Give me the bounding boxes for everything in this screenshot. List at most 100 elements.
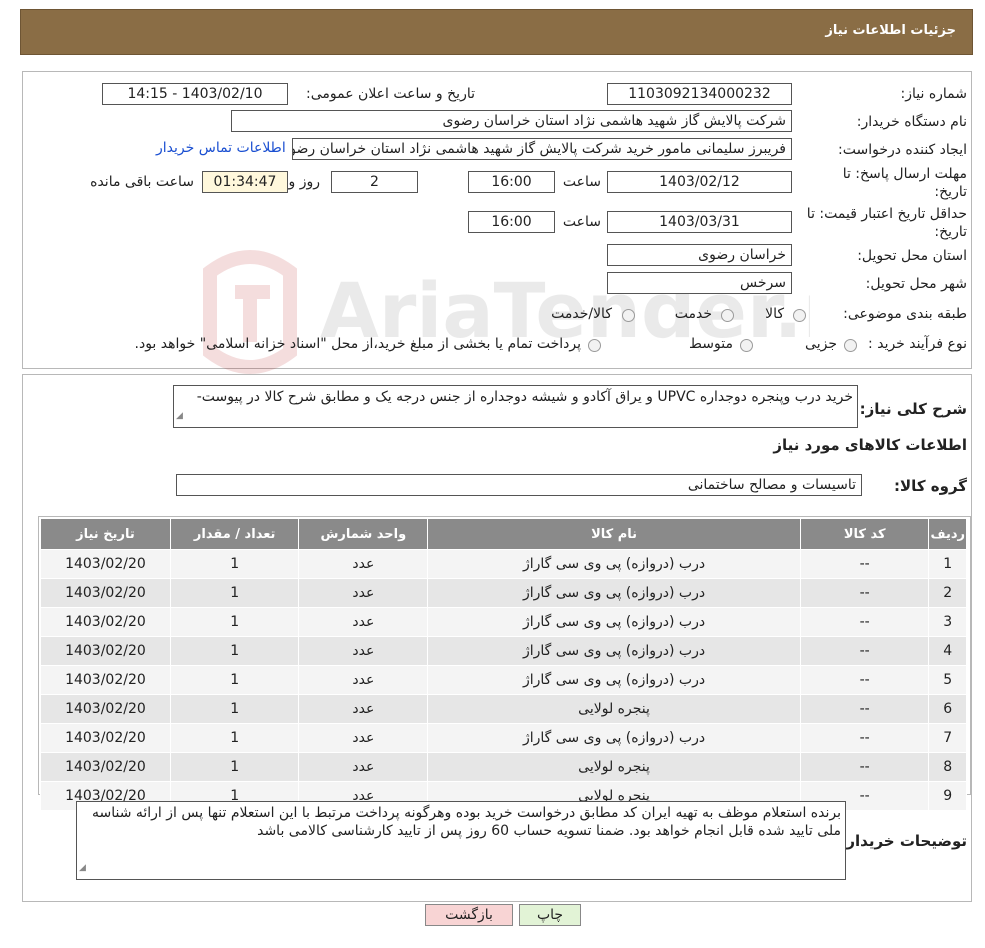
need-number-field: 1103092134000232: [607, 83, 792, 105]
resize-grip-icon[interactable]: ◢: [176, 407, 183, 425]
cell-quantity: 1: [169, 578, 300, 608]
announce-field: 1403/02/10 - 14:15: [102, 83, 288, 105]
cell-unit: عدد: [298, 723, 429, 753]
items-table: ردیف کد کالا نام کالا واحد شمارش تعداد /…: [40, 518, 967, 811]
cell-unit: عدد: [298, 752, 429, 782]
cell-quantity: 1: [169, 723, 300, 753]
table-row: 8 -- پنجره لولایی عدد 1 1403/02/20: [40, 752, 967, 782]
cell-item-code: --: [799, 578, 930, 608]
summary-text: خرید درب وپنجره دوجداره UPVC و یراق آکاد…: [196, 389, 853, 405]
print-button[interactable]: چاپ: [519, 904, 581, 926]
need-number-label: شماره نیاز:: [900, 86, 968, 102]
deadline-label: مهلت ارسال پاسخ: تا: [842, 166, 967, 182]
table-row: 6 -- پنجره لولایی عدد 1 1403/02/20: [40, 694, 967, 724]
creator-label: ایجاد کننده درخواست:: [838, 142, 967, 158]
cell-row-number: 9: [928, 781, 967, 811]
buyer-notes-textarea[interactable]: برنده استعلام موظف به تهیه ایران کد مطاب…: [76, 801, 846, 880]
deadline-time-field: 16:00: [468, 171, 555, 193]
cell-need-date: 1403/02/20: [40, 665, 171, 695]
col-header-row-number: ردیف: [928, 518, 967, 550]
remaining-time-field: 01:34:47: [202, 171, 288, 193]
back-button[interactable]: بازگشت: [425, 904, 513, 926]
cell-quantity: 1: [169, 607, 300, 637]
cell-quantity: 1: [169, 636, 300, 666]
cell-quantity: 1: [169, 665, 300, 695]
cell-need-date: 1403/02/20: [40, 752, 171, 782]
city-label: شهر محل تحویل:: [865, 276, 967, 292]
cell-item-code: --: [799, 752, 930, 782]
province-label: استان محل تحویل:: [857, 248, 967, 264]
goods-group-field: تاسیسات و مصالح ساختمانی: [176, 474, 862, 496]
col-header-item-code: کد کالا: [799, 518, 930, 550]
process-radio-medium[interactable]: [740, 339, 753, 352]
cell-item-name: پنجره لولایی: [427, 752, 801, 782]
validity-label-2: تاریخ:: [934, 224, 967, 240]
cell-row-number: 5: [928, 665, 967, 695]
cell-row-number: 4: [928, 636, 967, 666]
buyer-notes-label: توضیحات خریدار:: [840, 832, 967, 850]
announce-label: تاریخ و ساعت اعلان عمومی:: [306, 86, 475, 102]
buyer-contact-link[interactable]: اطلاعات تماس خریدار: [156, 140, 286, 156]
cell-need-date: 1403/02/20: [40, 636, 171, 666]
creator-field: فریبرز سلیمانی مامور خرید شرکت پالایش گا…: [292, 138, 792, 160]
cell-quantity: 1: [169, 694, 300, 724]
cell-unit: عدد: [298, 549, 429, 579]
category-option-goods-service: کالا/خدمت: [551, 306, 612, 322]
table-row: 4 -- درب (دروازه) پی وی سی گاراژ عدد 1 1…: [40, 636, 967, 666]
cell-item-code: --: [799, 549, 930, 579]
process-label: نوع فرآیند خرید :: [868, 336, 967, 352]
cell-unit: عدد: [298, 694, 429, 724]
category-radio-service[interactable]: [721, 309, 734, 322]
table-row: 2 -- درب (دروازه) پی وی سی گاراژ عدد 1 1…: [40, 578, 967, 608]
deadline-label-2: تاریخ:: [934, 184, 967, 200]
goods-info-title: اطلاعات کالاهای مورد نیاز: [773, 436, 967, 454]
cell-item-code: --: [799, 665, 930, 695]
buyer-org-label: نام دستگاه خریدار:: [856, 114, 967, 130]
validity-time-label: ساعت: [562, 214, 601, 230]
category-radio-goods[interactable]: [793, 309, 806, 322]
resize-grip-icon[interactable]: ◢: [79, 859, 86, 877]
category-label: طبقه بندی موضوعی:: [843, 306, 967, 322]
cell-row-number: 8: [928, 752, 967, 782]
cell-quantity: 1: [169, 752, 300, 782]
process-radio-minor[interactable]: [844, 339, 857, 352]
cell-item-name: درب (دروازه) پی وی سی گاراژ: [427, 665, 801, 695]
cell-quantity: 1: [169, 549, 300, 579]
page-title: جزئیات اطلاعات نیاز: [825, 23, 956, 38]
table-row: 1 -- درب (دروازه) پی وی سی گاراژ عدد 1 1…: [40, 549, 967, 579]
col-header-item-name: نام کالا: [427, 518, 801, 550]
cell-unit: عدد: [298, 665, 429, 695]
cell-need-date: 1403/02/20: [40, 578, 171, 608]
cell-item-code: --: [799, 723, 930, 753]
col-header-unit: واحد شمارش: [298, 518, 429, 550]
deadline-time-label: ساعت: [562, 174, 601, 190]
validity-date-field: 1403/03/31: [607, 211, 792, 233]
buyer-org-field: شرکت پالایش گاز شهید هاشمی نژاد استان خر…: [231, 110, 792, 132]
process-note: پرداخت تمام یا بخشی از مبلغ خرید،از محل …: [134, 336, 581, 352]
col-header-need-date: تاریخ نیاز: [40, 518, 171, 550]
cell-item-code: --: [799, 694, 930, 724]
summary-label: شرح کلی نیاز:: [859, 400, 967, 418]
process-option-minor: جزیی: [805, 336, 837, 352]
summary-textarea[interactable]: خرید درب وپنجره دوجداره UPVC و یراق آکاد…: [173, 385, 858, 428]
validity-label: حداقل تاریخ اعتبار قیمت: تا: [806, 206, 967, 222]
days-label: روز و: [288, 174, 321, 190]
cell-need-date: 1403/02/20: [40, 723, 171, 753]
cell-unit: عدد: [298, 578, 429, 608]
cell-item-name: درب (دروازه) پی وی سی گاراژ: [427, 723, 801, 753]
table-row: 5 -- درب (دروازه) پی وی سی گاراژ عدد 1 1…: [40, 665, 967, 695]
cell-item-code: --: [799, 607, 930, 637]
cell-row-number: 3: [928, 607, 967, 637]
cell-item-name: درب (دروازه) پی وی سی گاراژ: [427, 549, 801, 579]
col-header-quantity: تعداد / مقدار: [169, 518, 300, 550]
category-radio-goods-service[interactable]: [622, 309, 635, 322]
cell-item-name: درب (دروازه) پی وی سی گاراژ: [427, 578, 801, 608]
cell-item-name: درب (دروازه) پی وی سی گاراژ: [427, 607, 801, 637]
category-option-goods: کالا: [765, 306, 784, 322]
process-radio-treasury[interactable]: [588, 339, 601, 352]
page-header: جزئیات اطلاعات نیاز: [20, 9, 973, 55]
category-option-service: خدمت: [674, 306, 712, 322]
days-field: 2: [331, 171, 418, 193]
remaining-label: ساعت باقی مانده: [90, 174, 194, 190]
cell-row-number: 1: [928, 549, 967, 579]
